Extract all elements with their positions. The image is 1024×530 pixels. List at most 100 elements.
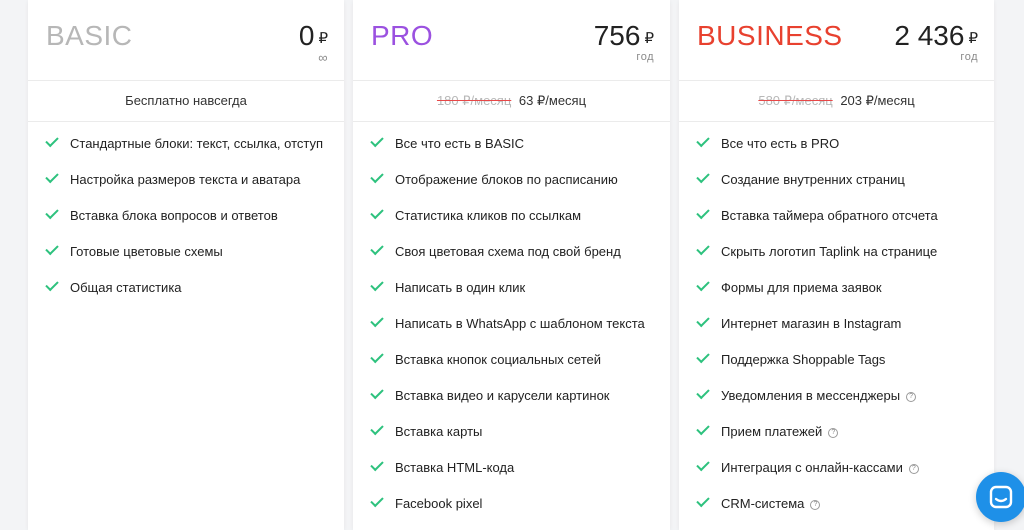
check-icon — [370, 313, 384, 328]
plan-monthly-price: 63 ₽/месяц — [518, 93, 587, 108]
feature-item: Все что есть в PRO — [696, 133, 840, 154]
plan-card-pro: PRO 756 ₽ год 180 ₽/месяц 63 ₽/месяц Все … — [353, 0, 670, 530]
plan-subtitle: Бесплатно навсегда — [28, 81, 344, 122]
feature-item: Все что есть в BASIC — [370, 133, 525, 154]
check-icon — [696, 205, 710, 220]
feature-text: Отображение блоков по расписанию — [395, 172, 618, 187]
check-icon — [370, 241, 384, 256]
feature-text: Facebook pixel — [395, 496, 483, 511]
check-icon — [696, 133, 710, 148]
feature-item: Создание внутренних страниц — [696, 169, 905, 190]
feature-item: Вставка карты — [370, 421, 483, 442]
feature-item: Вставка видео и карусели картинок — [370, 385, 610, 406]
feature-item: Написать в один клик — [370, 277, 525, 298]
feature-text: Общая статистика — [70, 280, 182, 295]
feature-text: Готовые цветовые схемы — [70, 244, 223, 259]
plan-subtitle: 580 ₽/месяц 203 ₽/месяц — [679, 81, 994, 122]
check-icon — [696, 241, 710, 256]
price-value: 2 436 — [894, 20, 965, 51]
check-icon — [370, 493, 384, 508]
help-icon[interactable]: ? — [810, 500, 821, 510]
feature-item: Вставка блока вопросов и ответов — [45, 205, 278, 226]
plan-price: 0 ₽ — [299, 20, 328, 52]
check-icon — [45, 277, 59, 292]
chat-icon — [989, 485, 1013, 509]
plan-period: год — [636, 51, 654, 63]
feature-item: Готовые цветовые схемы — [45, 241, 223, 262]
feature-item: Вставка кнопок социальных сетей — [370, 349, 602, 370]
feature-text: Написать в WhatsApp с шаблоном текста — [395, 316, 645, 331]
feature-item: Уведомления в мессенджеры? — [696, 385, 917, 406]
feature-text: CRM-система — [721, 496, 805, 511]
feature-text: Стандартные блоки: текст, ссылка, отступ — [70, 136, 324, 151]
feature-text: Статистика кликов по ссылкам — [395, 208, 582, 223]
feature-text: Все что есть в BASIC — [395, 136, 525, 151]
feature-item: Настройка размеров текста и аватара — [45, 169, 301, 190]
old-price: 580 ₽/месяц — [758, 93, 833, 108]
check-icon — [370, 385, 384, 400]
feature-text: Интеграция с онлайн-кассами — [721, 460, 903, 475]
price-value: 0 — [298, 20, 315, 51]
check-icon — [370, 169, 384, 184]
check-icon — [696, 421, 710, 436]
feature-item: Скрыть логотип Taplink на странице — [696, 241, 938, 262]
plan-price: 756 ₽ — [594, 20, 654, 52]
check-icon — [370, 133, 384, 148]
plan-card-basic: BASIC 0 ₽ ∞ Бесплатно навсегда Стандартны… — [28, 0, 344, 530]
feature-item: Facebook pixel — [370, 493, 483, 514]
check-icon — [45, 241, 59, 256]
feature-text: Все что есть в PRO — [721, 136, 840, 151]
currency-symbol: ₽ — [968, 30, 978, 47]
check-icon — [696, 385, 710, 400]
help-icon[interactable]: ? — [906, 392, 917, 402]
plan-header: BUSINESS 2 436 ₽ год — [679, 0, 994, 81]
help-icon[interactable]: ? — [908, 464, 919, 474]
feature-item: Интернет магазин в Instagram — [696, 313, 902, 334]
feature-text: Вставка блока вопросов и ответов — [70, 208, 278, 223]
feature-item: Статистика кликов по ссылкам — [370, 205, 582, 226]
feature-item: Вставка HTML-кода — [370, 457, 515, 478]
plan-name: BUSINESS — [697, 20, 843, 51]
plan-card-business: BUSINESS 2 436 ₽ год 580 ₽/месяц 203 ₽/ме… — [679, 0, 994, 530]
check-icon — [696, 493, 710, 508]
currency-symbol: ₽ — [644, 30, 654, 47]
plan-subtitle: 180 ₽/месяц 63 ₽/месяц — [353, 81, 670, 122]
feature-item: Интеграция с онлайн-кассами? — [696, 457, 919, 478]
chat-widget-button[interactable] — [976, 472, 1024, 522]
currency-symbol: ₽ — [318, 30, 328, 47]
plan-period: год — [960, 51, 978, 63]
check-icon — [45, 133, 59, 148]
feature-item: CRM-система? — [696, 493, 821, 514]
plan-period: ∞ — [318, 50, 328, 65]
feature-text: Интернет магазин в Instagram — [721, 316, 902, 331]
check-icon — [45, 205, 59, 220]
check-icon — [696, 277, 710, 292]
check-icon — [696, 313, 710, 328]
feature-item: Отображение блоков по расписанию — [370, 169, 618, 190]
feature-text: Скрыть логотип Taplink на странице — [721, 244, 938, 259]
plan-name: PRO — [371, 20, 434, 51]
plan-header: BASIC 0 ₽ ∞ — [28, 0, 344, 81]
feature-text: Уведомления в мессенджеры — [721, 388, 901, 403]
plan-name: BASIC — [46, 20, 133, 51]
feature-text: Прием платежей — [721, 424, 823, 439]
feature-text: Вставка видео и карусели картинок — [395, 388, 610, 403]
feature-item: Общая статистика — [45, 277, 182, 298]
feature-text: Настройка размеров текста и аватара — [70, 172, 301, 187]
check-icon — [370, 457, 384, 472]
plan-monthly-price: Бесплатно навсегда — [125, 93, 247, 108]
check-icon — [45, 169, 59, 184]
feature-text: Вставка кнопок социальных сетей — [395, 352, 602, 367]
feature-item: Вставка таймера обратного отсчета — [696, 205, 938, 226]
feature-text: Создание внутренних страниц — [721, 172, 905, 187]
help-icon[interactable]: ? — [828, 428, 839, 438]
check-icon — [370, 277, 384, 292]
check-icon — [696, 169, 710, 184]
feature-text: Поддержка Shoppable Tags — [721, 352, 886, 367]
check-icon — [370, 349, 384, 364]
plan-price: 2 436 ₽ — [894, 20, 978, 52]
feature-text: Вставка карты — [395, 424, 483, 439]
feature-text: Вставка HTML-кода — [395, 460, 515, 475]
feature-item: Стандартные блоки: текст, ссылка, отступ — [45, 133, 324, 154]
feature-item: Написать в WhatsApp с шаблоном текста — [370, 313, 645, 334]
